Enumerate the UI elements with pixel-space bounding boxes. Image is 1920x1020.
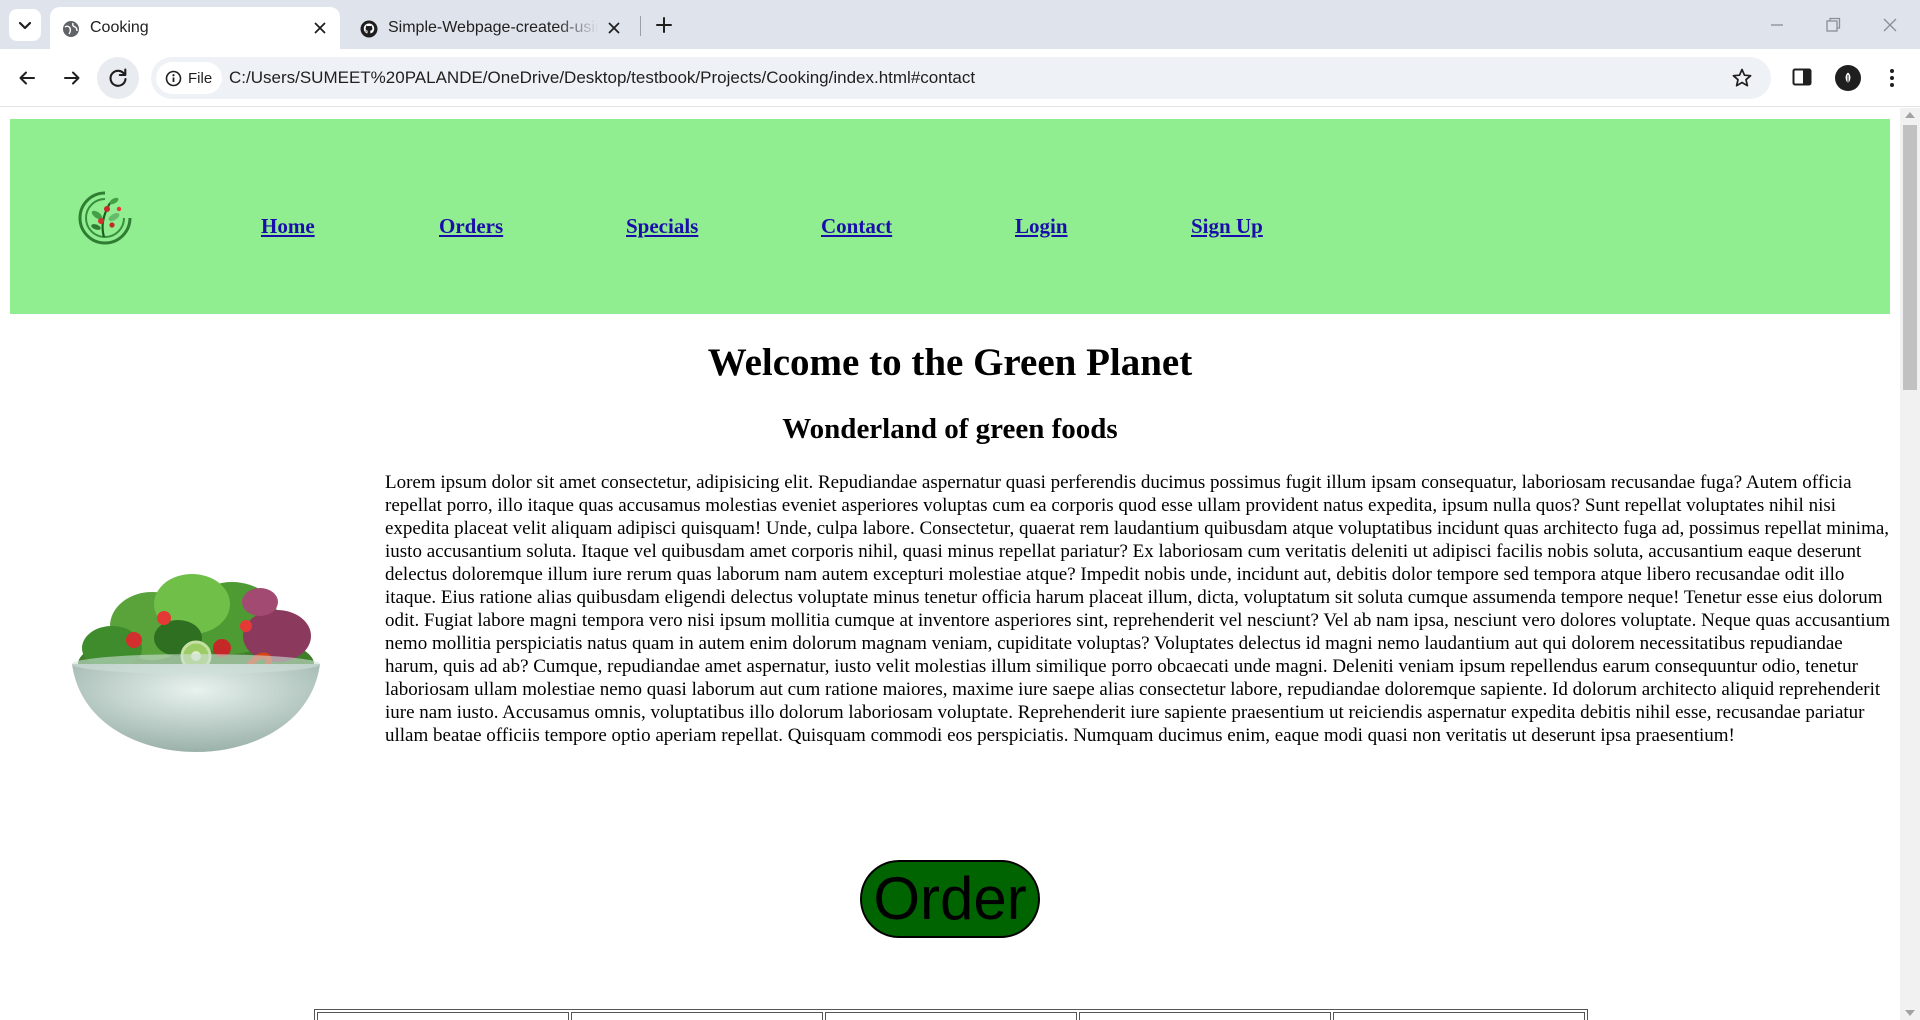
- chevron-down-icon: [18, 21, 32, 30]
- site-info-chip[interactable]: File: [156, 62, 222, 94]
- restore-button[interactable]: [1822, 14, 1844, 36]
- site-chip-label: File: [188, 69, 213, 87]
- table-cell: [1333, 1012, 1585, 1020]
- tab-title: Cooking: [90, 19, 149, 36]
- arrow-right-icon: [64, 71, 80, 85]
- tab-divider: [640, 16, 641, 36]
- reload-icon: [109, 68, 127, 87]
- close-icon[interactable]: [312, 20, 328, 36]
- url-text[interactable]: C:/Users/SUMEET%20PALANDE/OneDrive/Deskt…: [229, 68, 975, 88]
- tab-github[interactable]: Simple-Webpage-created-using-HTML: [348, 7, 634, 49]
- nav-link-home[interactable]: Home: [261, 214, 315, 239]
- minimize-icon: [1771, 24, 1783, 26]
- table-cell: [825, 1012, 1077, 1020]
- scroll-up-arrow-icon[interactable]: [1905, 112, 1915, 118]
- intro-paragraph: Lorem ipsum dolor sit amet consectetur, …: [385, 472, 1890, 746]
- close-icon: [1883, 18, 1897, 32]
- address-bar[interactable]: File C:/Users/SUMEET%20PALANDE/OneDrive/…: [151, 57, 1771, 99]
- info-icon: [165, 70, 182, 86]
- nav-link-contact[interactable]: Contact: [821, 214, 892, 239]
- table-cell: [317, 1012, 569, 1020]
- restore-icon: [1826, 17, 1841, 32]
- table-cell: [571, 1012, 823, 1020]
- star-icon[interactable]: [1731, 67, 1753, 89]
- close-window-button[interactable]: [1879, 14, 1901, 36]
- close-icon[interactable]: [606, 20, 622, 36]
- nav-link-orders[interactable]: Orders: [439, 214, 503, 239]
- scroll-down-arrow-icon[interactable]: [1905, 1010, 1915, 1016]
- nav-link-specials[interactable]: Specials: [626, 214, 698, 239]
- github-icon: [360, 20, 378, 38]
- specials-table: [314, 1009, 1588, 1020]
- tab-strip: Cooking Simple-Webpage-created-using-HTM…: [0, 0, 1920, 49]
- profile-avatar[interactable]: [1835, 65, 1861, 91]
- table-cell: [1079, 1012, 1331, 1020]
- forward-button[interactable]: [57, 63, 87, 93]
- browser-toolbar: File C:/Users/SUMEET%20PALANDE/OneDrive/…: [0, 49, 1920, 107]
- site-header: Home Orders Specials Contact Login Sign …: [10, 119, 1890, 314]
- tab-cooking[interactable]: Cooking: [50, 7, 340, 49]
- salad-bowl-image: [72, 574, 320, 752]
- reload-button[interactable]: [97, 57, 139, 99]
- order-button[interactable]: Order: [860, 860, 1040, 938]
- nav-link-sign-up[interactable]: Sign Up: [1191, 214, 1263, 239]
- back-button[interactable]: [12, 63, 42, 93]
- page-subtitle: Wonderland of green foods: [782, 413, 1118, 445]
- side-panel-icon[interactable]: [1790, 65, 1814, 89]
- page-viewport: Home Orders Specials Contact Login Sign …: [0, 108, 1900, 1020]
- globe-icon: [63, 21, 79, 37]
- more-vert-icon[interactable]: [1882, 65, 1902, 91]
- plus-icon[interactable]: [652, 13, 676, 37]
- nav-link-login[interactable]: Login: [1015, 214, 1068, 239]
- green-planet-logo-icon[interactable]: [74, 187, 136, 249]
- arrow-left-icon: [19, 71, 35, 85]
- minimize-button[interactable]: [1766, 14, 1788, 36]
- tab-title: Simple-Webpage-created-using-HTML: [388, 19, 598, 36]
- tab-search-button[interactable]: [9, 9, 41, 41]
- page-scrollbar[interactable]: [1900, 108, 1920, 1020]
- page-title: Welcome to the Green Planet: [707, 341, 1193, 384]
- leaf-icon: [1845, 72, 1851, 84]
- scroll-thumb[interactable]: [1903, 125, 1917, 390]
